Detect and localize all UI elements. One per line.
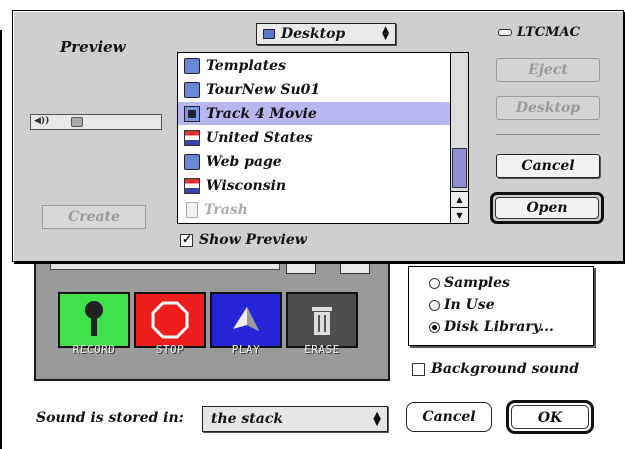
play-icon (233, 307, 259, 331)
radio-button[interactable] (429, 321, 440, 333)
volume-thumb[interactable] (71, 117, 83, 127)
location-label: Desktop (281, 26, 346, 42)
erase-button[interactable] (286, 292, 358, 348)
stop-octagon-icon (151, 301, 189, 339)
background-sound-option[interactable]: Background sound (412, 361, 579, 377)
file-list-scrollbar[interactable]: ▲ ▼ (450, 53, 468, 223)
stored-in-popup[interactable]: the stack ▲ ▼ (202, 406, 388, 432)
source-radio-disk-library[interactable]: Disk Library... (429, 319, 554, 335)
radio-button[interactable] (429, 299, 440, 311)
folder-icon (263, 29, 275, 39)
disk-name-label: LTCMAC (517, 25, 580, 40)
file-list-item[interactable]: TourNew Su01 (178, 78, 451, 101)
file-name: Trash (204, 201, 248, 218)
folder-icon (184, 57, 200, 74)
sound-cancel-button[interactable]: Cancel (406, 402, 492, 432)
trash-can-icon (312, 307, 332, 335)
show-preview-label: Show Preview (199, 232, 307, 248)
volume-slider[interactable]: ◀)) (30, 114, 162, 130)
scroll-up-arrow-icon[interactable]: ▲ (451, 191, 468, 207)
sound-source-group: Samples In Use Disk Library... (408, 266, 594, 346)
file-list-item-selected[interactable]: Track 4 Movie (178, 102, 451, 125)
source-radio-samples[interactable]: Samples (429, 275, 510, 291)
erase-label: ERASE (304, 343, 340, 356)
file-name: United States (206, 129, 313, 146)
scroll-thumb[interactable] (452, 148, 467, 188)
file-name: Wisconsin (206, 177, 287, 194)
radio-button[interactable] (429, 277, 440, 289)
file-name: Track 4 Movie (206, 105, 317, 122)
button-divider (496, 134, 600, 135)
file-name: TourNew Su01 (206, 81, 321, 98)
source-radio-in-use[interactable]: In Use (429, 297, 495, 313)
show-preview-checkbox[interactable] (180, 232, 193, 247)
movie-file-icon (184, 105, 200, 122)
file-list-item[interactable]: United States (178, 126, 451, 149)
folder-icon (184, 81, 200, 98)
file-list-item[interactable]: Trash (178, 198, 451, 221)
file-list-item[interactable]: Templates (178, 54, 451, 77)
sound-dialog-edge (0, 30, 2, 449)
stop-label: STOP (155, 343, 185, 356)
file-list-item[interactable]: Wisconsin (178, 174, 451, 197)
eject-button[interactable]: Eject (496, 58, 600, 82)
disk-icon (498, 29, 512, 36)
play-label: PLAY (231, 343, 261, 356)
folder-icon (184, 153, 200, 170)
desktop-button[interactable]: Desktop (496, 96, 600, 120)
background-sound-checkbox[interactable] (412, 362, 425, 376)
stored-in-value: the stack (211, 411, 284, 427)
stored-in-label: Sound is stored in: (36, 410, 184, 426)
radio-label: Samples (444, 275, 510, 291)
location-popup[interactable]: Desktop ▲ ▼ (256, 23, 396, 45)
radio-label: Disk Library... (444, 319, 554, 335)
record-label: RECORD (72, 343, 116, 356)
play-button[interactable] (210, 292, 282, 348)
record-button[interactable] (58, 292, 130, 348)
ok-label: OK (511, 405, 589, 429)
speaker-icon: ◀)) (34, 116, 50, 126)
file-name: Web page (206, 153, 282, 170)
popup-arrows-icon: ▲ ▼ (382, 25, 389, 42)
sound-button-row (58, 292, 366, 348)
open-button[interactable]: Open (490, 192, 604, 224)
disk-name: LTCMAC (498, 25, 580, 40)
sound-ok-button[interactable]: OK (506, 400, 594, 434)
microphone-icon (85, 301, 103, 336)
cancel-button[interactable]: Cancel (496, 154, 600, 178)
stop-button[interactable] (134, 292, 206, 348)
trash-icon (186, 201, 198, 218)
flag-icon (184, 177, 200, 194)
show-preview-option[interactable]: Show Preview (180, 232, 307, 248)
flag-icon (184, 129, 200, 146)
open-label: Open (495, 197, 599, 219)
background-sound-label: Background sound (431, 361, 580, 377)
create-preview-button[interactable]: Create (42, 205, 146, 229)
scroll-down-arrow-icon[interactable]: ▼ (451, 207, 468, 223)
radio-label: In Use (444, 297, 495, 313)
file-list-item[interactable]: Web page (178, 150, 451, 173)
preview-title: Preview (60, 38, 126, 56)
file-name: Templates (206, 57, 286, 74)
popup-arrows-icon: ▲ ▼ (373, 410, 381, 428)
file-list[interactable]: Templates TourNew Su01 Track 4 Movie Uni… (177, 52, 469, 224)
